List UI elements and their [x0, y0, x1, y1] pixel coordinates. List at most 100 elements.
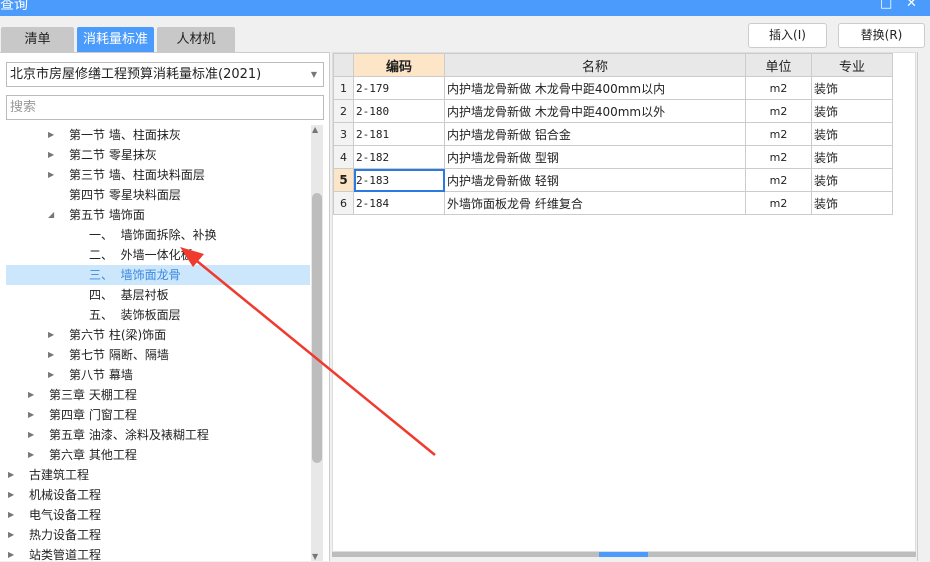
- tree-node[interactable]: ▶ 第四章 门窗工程: [6, 405, 310, 425]
- tree-node[interactable]: ▶ 站类管道工程: [6, 545, 310, 562]
- tree-node-label: 第三章 天棚工程: [49, 388, 137, 402]
- standard-select[interactable]: 北京市房屋修缮工程预算消耗量标准(2021) ▼: [6, 62, 324, 87]
- collapsed-triangle-icon[interactable]: ▶: [8, 465, 14, 485]
- collapsed-triangle-icon[interactable]: ▶: [8, 545, 14, 562]
- tree-node[interactable]: ▶ 第三节 墙、柱面块料面层: [6, 165, 310, 185]
- cell-specialty[interactable]: 装饰: [811, 145, 893, 169]
- cell-code[interactable]: 2-179: [353, 76, 445, 100]
- collapsed-triangle-icon[interactable]: ▶: [48, 345, 54, 365]
- cell-name[interactable]: 内护墙龙骨新做 木龙骨中距400mm以内: [444, 76, 746, 100]
- table-row[interactable]: 2 2-180 内护墙龙骨新做 木龙骨中距400mm以外 m2 装饰: [333, 99, 893, 123]
- column-header-specialty[interactable]: 专业: [811, 53, 893, 77]
- tree-node[interactable]: 二、 外墙一体化板: [6, 245, 310, 265]
- cell-name[interactable]: 内护墙龙骨新做 轻钢: [444, 168, 746, 192]
- tab-list[interactable]: 清单: [1, 27, 74, 52]
- collapsed-triangle-icon[interactable]: ▶: [48, 165, 54, 185]
- close-icon[interactable]: ✕: [906, 0, 917, 11]
- tree-scrollbar[interactable]: ▲ ▼: [311, 125, 323, 561]
- collapsed-triangle-icon[interactable]: ▶: [8, 485, 14, 505]
- collapsed-triangle-icon[interactable]: ▶: [8, 505, 14, 525]
- tree-node[interactable]: ▶ 热力设备工程: [6, 525, 310, 545]
- cell-code[interactable]: 2-183: [353, 168, 445, 192]
- scrollbar-thumb[interactable]: [312, 193, 322, 463]
- tree-node[interactable]: 一、 墙饰面拆除、补换: [6, 225, 310, 245]
- table-row[interactable]: 1 2-179 内护墙龙骨新做 木龙骨中距400mm以内 m2 装饰: [333, 76, 893, 100]
- splitter-handle[interactable]: [599, 552, 648, 557]
- row-number[interactable]: 1: [333, 76, 354, 100]
- tree-node[interactable]: 五、 装饰板面层: [6, 305, 310, 325]
- cell-specialty[interactable]: 装饰: [811, 122, 893, 146]
- collapsed-triangle-icon[interactable]: ▶: [8, 525, 14, 545]
- cell-specialty[interactable]: 装饰: [811, 168, 893, 192]
- cell-unit[interactable]: m2: [745, 145, 812, 169]
- cell-code[interactable]: 2-180: [353, 99, 445, 123]
- cell-specialty[interactable]: 装饰: [811, 191, 893, 215]
- cell-unit[interactable]: m2: [745, 122, 812, 146]
- collapsed-triangle-icon[interactable]: ▶: [28, 445, 34, 465]
- cell-name[interactable]: 内护墙龙骨新做 型钢: [444, 145, 746, 169]
- title-bar: 查询 □ ✕: [0, 0, 930, 16]
- cell-unit[interactable]: m2: [745, 168, 812, 192]
- grid-header-row: 编码 名称 单位 专业: [333, 53, 893, 77]
- tree-node[interactable]: ▶ 电气设备工程: [6, 505, 310, 525]
- tab-labor-material-machine[interactable]: 人材机: [157, 27, 235, 52]
- horizontal-scrollbar[interactable]: [332, 552, 916, 557]
- row-number[interactable]: 4: [333, 145, 354, 169]
- row-number[interactable]: 6: [333, 191, 354, 215]
- tree-node[interactable]: ◢ 第五节 墙饰面: [6, 205, 310, 225]
- table-row[interactable]: 4 2-182 内护墙龙骨新做 型钢 m2 装饰: [333, 145, 893, 169]
- tree-node[interactable]: 三、 墙饰面龙骨: [6, 265, 310, 285]
- collapsed-triangle-icon[interactable]: ▶: [48, 145, 54, 165]
- cell-code[interactable]: 2-182: [353, 145, 445, 169]
- tree-node[interactable]: ▶ 第三章 天棚工程: [6, 385, 310, 405]
- row-number[interactable]: 3: [333, 122, 354, 146]
- cell-code[interactable]: 2-184: [353, 191, 445, 215]
- row-number[interactable]: 2: [333, 99, 354, 123]
- tree-node[interactable]: ▶ 第六节 柱(梁)饰面: [6, 325, 310, 345]
- cell-name[interactable]: 内护墙龙骨新做 木龙骨中距400mm以外: [444, 99, 746, 123]
- cell-specialty[interactable]: 装饰: [811, 76, 893, 100]
- tree-node[interactable]: 第四节 零星块料面层: [6, 185, 310, 205]
- column-header-unit[interactable]: 单位: [745, 53, 812, 77]
- table-row[interactable]: 6 2-184 外墙饰面板龙骨 纤维复合 m2 装饰: [333, 191, 893, 215]
- tree-node[interactable]: ▶ 第二节 零星抹灰: [6, 145, 310, 165]
- cell-unit[interactable]: m2: [745, 76, 812, 100]
- results-grid: 编码 名称 单位 专业 1 2-179 内护墙龙骨新做 木龙骨中距400mm以内 m2…: [332, 52, 916, 552]
- tree-node[interactable]: ▶ 第六章 其他工程: [6, 445, 310, 465]
- collapsed-triangle-icon[interactable]: ▶: [48, 365, 54, 385]
- collapsed-triangle-icon[interactable]: ▶: [28, 425, 34, 445]
- cell-name[interactable]: 内护墙龙骨新做 铝合金: [444, 122, 746, 146]
- collapsed-triangle-icon[interactable]: ▶: [48, 325, 54, 345]
- column-header-name[interactable]: 名称: [444, 53, 746, 77]
- scroll-down-icon[interactable]: ▼: [312, 552, 318, 561]
- collapsed-triangle-icon[interactable]: ▶: [48, 125, 54, 145]
- tab-consumption-standard[interactable]: 消耗量标准: [77, 27, 154, 52]
- tree-node[interactable]: ▶ 第五章 油漆、涂料及裱糊工程: [6, 425, 310, 445]
- cell-specialty[interactable]: 装饰: [811, 99, 893, 123]
- tree-node[interactable]: 四、 基层衬板: [6, 285, 310, 305]
- column-header-code[interactable]: 编码: [353, 53, 445, 77]
- tree-node[interactable]: ▶ 机械设备工程: [6, 485, 310, 505]
- cell-unit[interactable]: m2: [745, 191, 812, 215]
- cell-unit[interactable]: m2: [745, 99, 812, 123]
- row-number[interactable]: 5: [333, 168, 354, 192]
- tree-node[interactable]: ▶ 古建筑工程: [6, 465, 310, 485]
- cell-name[interactable]: 外墙饰面板龙骨 纤维复合: [444, 191, 746, 215]
- cell-code[interactable]: 2-181: [353, 122, 445, 146]
- tree-node[interactable]: ▶ 第八节 幕墙: [6, 365, 310, 385]
- search-input[interactable]: [6, 95, 324, 120]
- collapsed-triangle-icon[interactable]: ▶: [28, 385, 34, 405]
- window-edge: [917, 52, 930, 561]
- scroll-up-icon[interactable]: ▲: [312, 125, 318, 134]
- insert-button[interactable]: 插入(I): [748, 23, 827, 48]
- replace-button[interactable]: 替换(R): [838, 23, 925, 48]
- tree-node-label: 第四章 门窗工程: [49, 408, 137, 422]
- tree-node[interactable]: ▶ 第一节 墙、柱面抹灰: [6, 125, 310, 145]
- maximize-icon[interactable]: □: [880, 0, 892, 11]
- expanded-triangle-icon[interactable]: ◢: [48, 205, 54, 225]
- tree-node[interactable]: ▶ 第七节 隔断、隔墙: [6, 345, 310, 365]
- chevron-down-icon[interactable]: ▼: [311, 63, 317, 86]
- table-row[interactable]: 5 2-183 内护墙龙骨新做 轻钢 m2 装饰: [333, 168, 893, 192]
- table-row[interactable]: 3 2-181 内护墙龙骨新做 铝合金 m2 装饰: [333, 122, 893, 146]
- collapsed-triangle-icon[interactable]: ▶: [28, 405, 34, 425]
